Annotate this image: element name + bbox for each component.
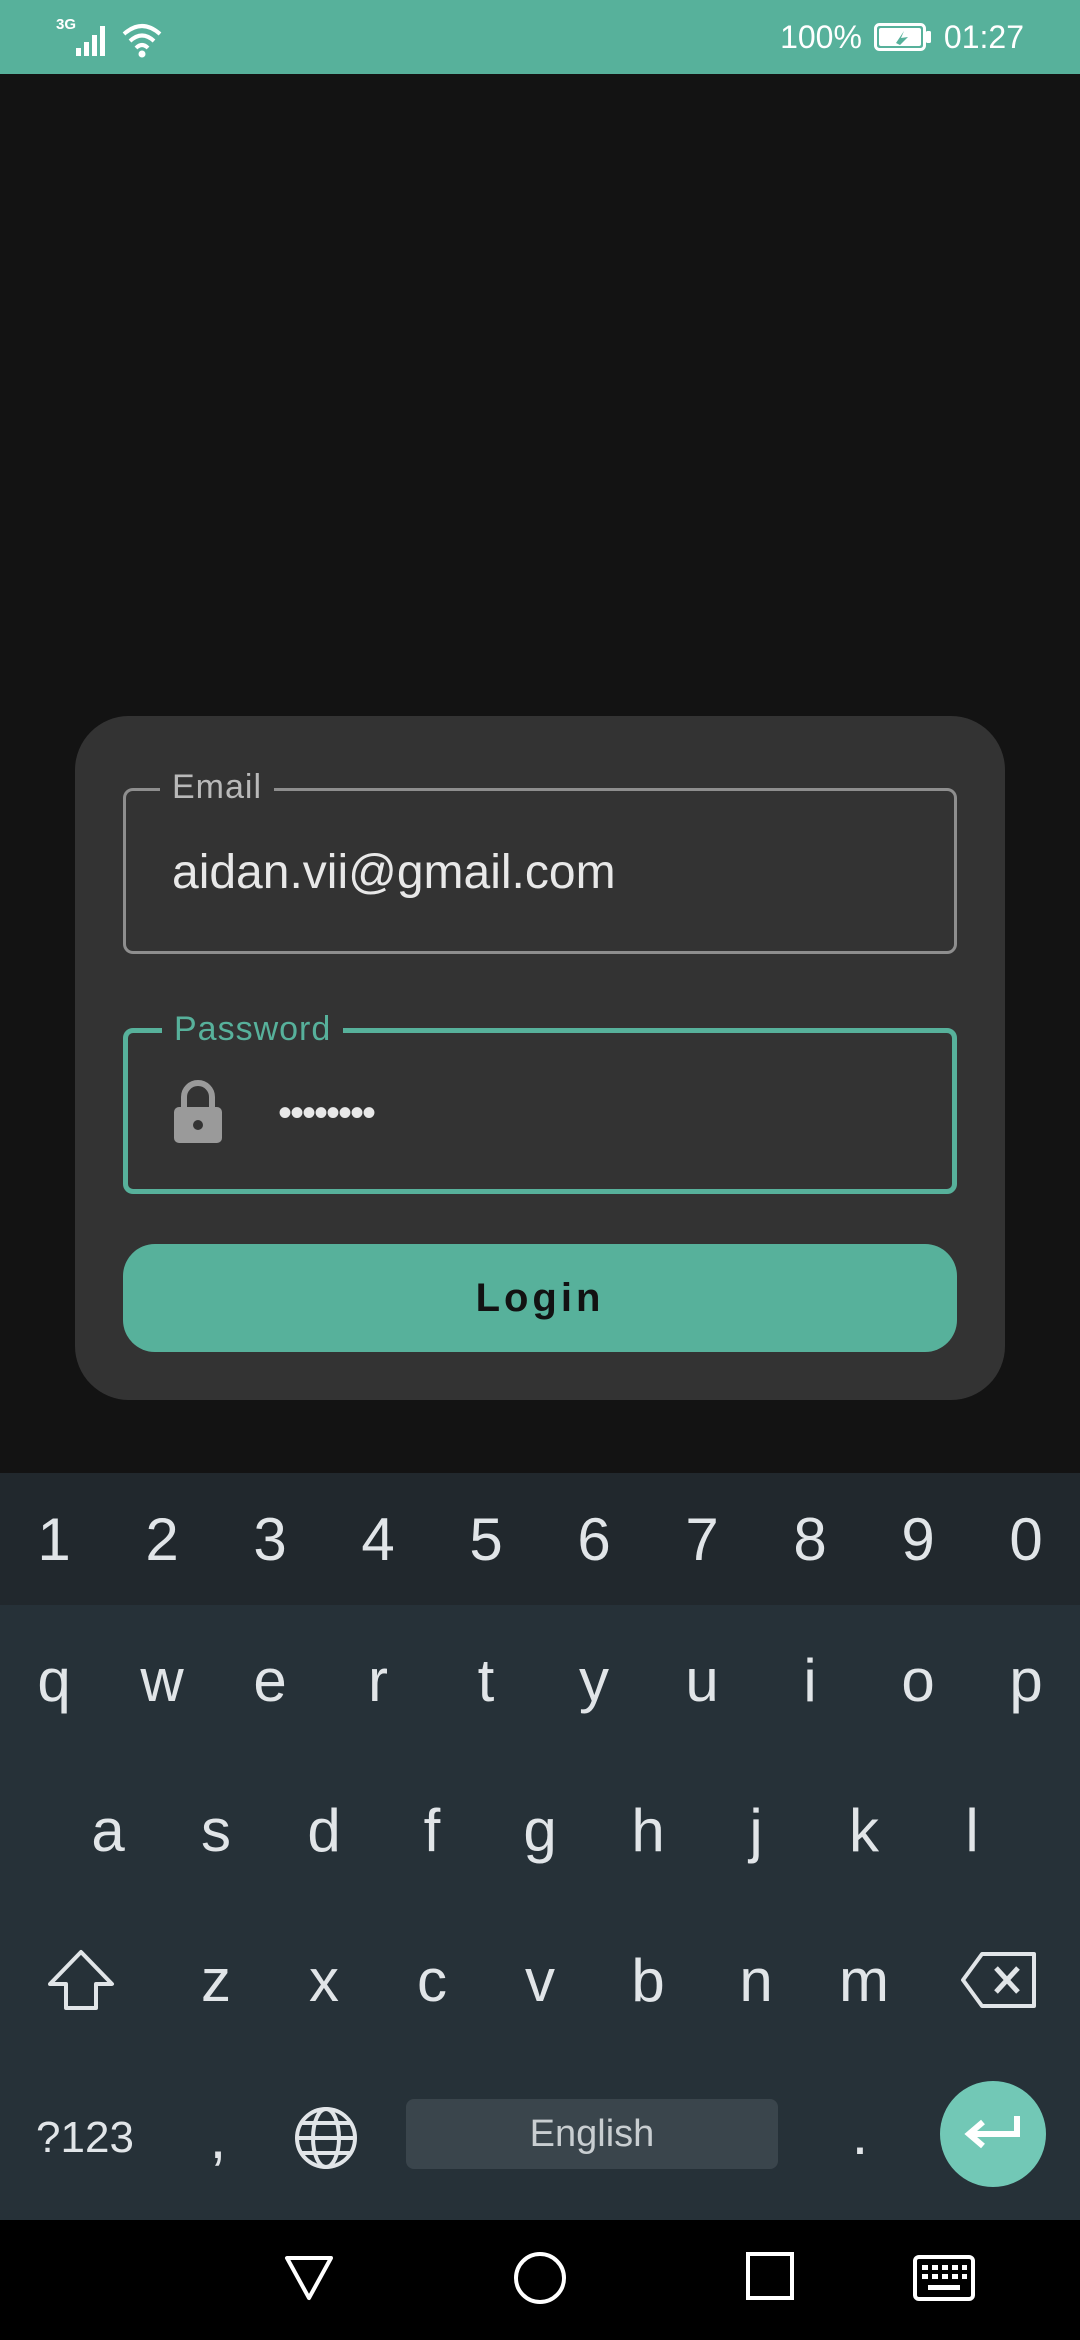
enter-icon xyxy=(964,2116,1020,2149)
number-row: 1 2 3 4 5 6 7 8 9 0 xyxy=(0,1473,1080,1605)
key-e[interactable]: e xyxy=(216,1605,324,1755)
key-k[interactable]: k xyxy=(810,1755,918,1905)
key-m[interactable]: m xyxy=(810,1905,918,2055)
recents-icon[interactable] xyxy=(744,2250,796,2302)
soft-keyboard: 1 2 3 4 5 6 7 8 9 0 q w e r t y u i o p … xyxy=(0,1473,1080,2220)
key-9[interactable]: 9 xyxy=(864,1473,972,1605)
battery-icon xyxy=(873,23,931,51)
key-row-2: a s d f g h j k l xyxy=(54,1755,1026,1905)
key-w[interactable]: w xyxy=(108,1605,216,1755)
key-g[interactable]: g xyxy=(486,1755,594,1905)
wifi-icon xyxy=(122,24,162,58)
password-field[interactable]: Password •••••••• xyxy=(123,1009,957,1194)
comma-key[interactable]: , xyxy=(170,2055,266,2220)
key-a[interactable]: a xyxy=(54,1755,162,1905)
key-d[interactable]: d xyxy=(270,1755,378,1905)
key-7[interactable]: 7 xyxy=(648,1473,756,1605)
status-right: 100% 01:27 xyxy=(780,0,1024,74)
key-5[interactable]: 5 xyxy=(432,1473,540,1605)
key-v[interactable]: v xyxy=(486,1905,594,2055)
password-value: •••••••• xyxy=(278,1091,376,1135)
status-bar: 3G 100% 01:27 xyxy=(0,0,1080,74)
key-u[interactable]: u xyxy=(648,1605,756,1755)
key-r[interactable]: r xyxy=(324,1605,432,1755)
key-row-1: q w e r t y u i o p xyxy=(0,1605,1080,1755)
globe-key[interactable] xyxy=(266,2055,386,2220)
clock: 01:27 xyxy=(943,18,1024,55)
login-card: Email aidan.vii@gmail.com Password •••••… xyxy=(75,716,1005,1400)
key-4[interactable]: 4 xyxy=(324,1473,432,1605)
signal-icon: 3G xyxy=(56,16,112,58)
network-type: 3G xyxy=(56,16,77,33)
key-8[interactable]: 8 xyxy=(756,1473,864,1605)
status-left: 3G xyxy=(56,16,162,58)
email-label: Email xyxy=(160,767,275,807)
key-0[interactable]: 0 xyxy=(972,1473,1080,1605)
lock-icon xyxy=(174,1080,222,1143)
password-label: Password xyxy=(162,1009,344,1049)
key-x[interactable]: x xyxy=(270,1905,378,2055)
key-2[interactable]: 2 xyxy=(108,1473,216,1605)
backspace-key[interactable] xyxy=(918,1905,1080,2055)
key-p[interactable]: p xyxy=(972,1605,1080,1755)
key-3[interactable]: 3 xyxy=(216,1473,324,1605)
login-button[interactable]: Login xyxy=(123,1244,957,1352)
backspace-icon xyxy=(961,1952,1036,2008)
key-h[interactable]: h xyxy=(594,1755,702,1905)
navigation-bar xyxy=(0,2220,1080,2340)
keyboard-icon[interactable] xyxy=(912,2254,976,2302)
shift-key[interactable] xyxy=(0,1905,162,2055)
email-value: aidan.vii@gmail.com xyxy=(172,846,616,899)
key-y[interactable]: y xyxy=(540,1605,648,1755)
email-field[interactable]: Email aidan.vii@gmail.com xyxy=(123,767,957,954)
key-n[interactable]: n xyxy=(702,1905,810,2055)
key-t[interactable]: t xyxy=(432,1605,540,1755)
globe-icon xyxy=(295,2106,357,2169)
key-s[interactable]: s xyxy=(162,1755,270,1905)
key-1[interactable]: 1 xyxy=(0,1473,108,1605)
key-f[interactable]: f xyxy=(378,1755,486,1905)
key-b[interactable]: b xyxy=(594,1905,702,2055)
key-o[interactable]: o xyxy=(864,1605,972,1755)
key-row-3: z x c v b n m xyxy=(0,1905,1080,2055)
home-icon[interactable] xyxy=(512,2250,568,2306)
back-icon[interactable] xyxy=(282,2250,336,2304)
battery-percent: 100% xyxy=(780,18,862,55)
key-z[interactable]: z xyxy=(162,1905,270,2055)
shift-icon xyxy=(48,1950,114,2010)
key-q[interactable]: q xyxy=(0,1605,108,1755)
key-j[interactable]: j xyxy=(702,1755,810,1905)
key-6[interactable]: 6 xyxy=(540,1473,648,1605)
key-i[interactable]: i xyxy=(756,1605,864,1755)
period-key[interactable]: . xyxy=(820,2073,900,2193)
spacebar[interactable]: English xyxy=(406,2099,778,2169)
screen: 3G 100% 01:27 Email aidan.vii@gmail.com … xyxy=(0,0,1080,2340)
symbols-key[interactable]: ?123 xyxy=(0,2055,170,2220)
enter-key[interactable] xyxy=(940,2081,1046,2187)
key-l[interactable]: l xyxy=(918,1755,1026,1905)
key-c[interactable]: c xyxy=(378,1905,486,2055)
